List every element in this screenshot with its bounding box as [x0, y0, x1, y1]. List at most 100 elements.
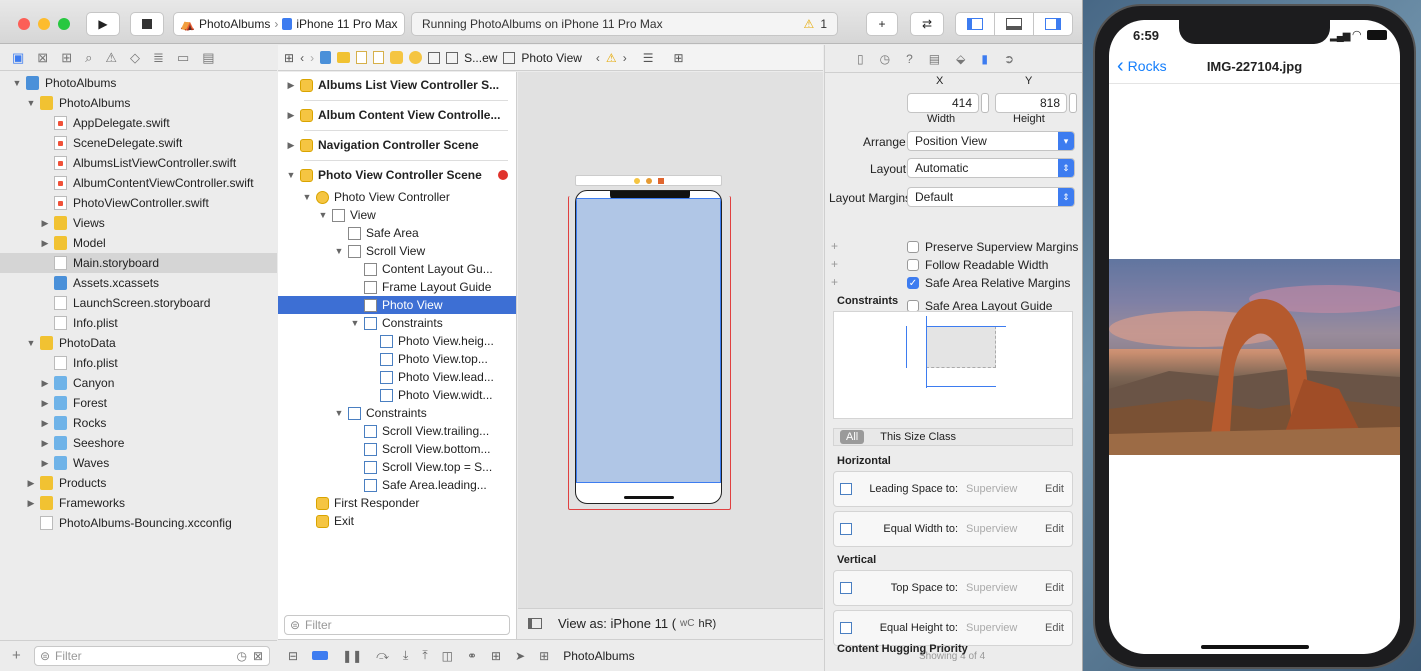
disclosure-triangle-icon[interactable]: ▼	[286, 170, 296, 180]
outline-item[interactable]: Scroll View.bottom...	[278, 440, 516, 458]
warning-icon[interactable]: ⚠	[606, 51, 617, 65]
constraint-row[interactable]: Equal Width to: Superview Edit	[833, 511, 1073, 547]
outline-item[interactable]: ▶ Albums List View Controller S...	[278, 76, 516, 101]
navigator-item[interactable]: AlbumContentViewController.swift	[0, 173, 277, 193]
disclosure-triangle-icon[interactable]: ▼	[334, 408, 344, 418]
test-icon[interactable]: ◇	[130, 50, 140, 66]
navigator-item[interactable]: ▶ Views	[0, 213, 277, 233]
disclosure-triangle-icon[interactable]: ▼	[334, 246, 344, 256]
width-field[interactable]: 414	[907, 93, 979, 113]
step-out-icon[interactable]: ⤒	[422, 648, 427, 663]
outline-item[interactable]: ▼ View	[278, 206, 516, 224]
toggle-inspector-button[interactable]	[1033, 12, 1073, 36]
outline-item[interactable]: Exit	[278, 512, 516, 530]
outline-item[interactable]: Safe Area	[278, 224, 516, 242]
disclosure-triangle-icon[interactable]: ▶	[40, 238, 50, 249]
outline-item[interactable]: Photo View.lead...	[278, 368, 516, 386]
navigator-item[interactable]: ▶ Canyon	[0, 373, 277, 393]
outline-item[interactable]: Photo View.top...	[278, 350, 516, 368]
navigator-filter-input[interactable]: ⊜ Filter ◷ ⊠	[34, 646, 270, 666]
debug-icon[interactable]: ≣	[153, 50, 164, 66]
edit-button[interactable]: Edit	[1045, 483, 1064, 495]
disclosure-triangle-icon[interactable]: ▶	[40, 458, 50, 469]
library-button[interactable]: +	[866, 12, 898, 36]
navigator-item[interactable]: ▶ Products	[0, 473, 277, 493]
source-control-icon[interactable]: ⊠	[37, 50, 48, 66]
zoom-window-button[interactable]	[58, 18, 70, 30]
arrange-popup[interactable]: Position View ▾	[907, 131, 1075, 151]
layout-popup[interactable]: Automatic ⇕	[907, 158, 1075, 178]
disclosure-triangle-icon[interactable]: ▼	[302, 192, 312, 202]
height-stepper[interactable]	[1069, 93, 1077, 113]
recent-icon[interactable]: ◷	[237, 649, 247, 663]
identity-inspector-icon[interactable]: ▤	[929, 52, 940, 66]
search-icon[interactable]: ⌕	[85, 50, 92, 66]
navigator-item[interactable]: Main.storyboard	[0, 253, 277, 273]
navigator-item[interactable]: ▶ Model	[0, 233, 277, 253]
attributes-inspector-icon[interactable]: ⬙	[956, 52, 965, 66]
segment-all[interactable]: All	[840, 430, 865, 444]
plus-icon[interactable]: +	[831, 275, 838, 289]
outline-item[interactable]: Scroll View.top = S...	[278, 458, 516, 476]
view-debugger-icon[interactable]: ◫	[442, 649, 453, 663]
navigator-item[interactable]: ▶ Waves	[0, 453, 277, 473]
scene-dock[interactable]	[575, 175, 722, 186]
outline-item[interactable]: ▼ Photo View Controller	[278, 188, 516, 206]
navigator-item[interactable]: SceneDelegate.swift	[0, 133, 277, 153]
arch-photo[interactable]	[1109, 259, 1400, 455]
breadcrumb-photo-view[interactable]: Photo View	[521, 51, 582, 65]
navigator-item[interactable]: ▶ Forest	[0, 393, 277, 413]
breadcrumb-scroll-view[interactable]: S...ew	[464, 51, 497, 65]
warning-indicator[interactable]: ⚠ 1	[804, 17, 827, 31]
scm-filter-icon[interactable]: ⊠	[253, 649, 263, 663]
margin-option-checkbox[interactable]: ✓ Safe Area Relative Margins	[907, 276, 1070, 290]
disclosure-triangle-icon[interactable]: ▶	[40, 218, 50, 229]
chevron-left-icon[interactable]: ‹	[596, 51, 600, 65]
navigator-item[interactable]: ▼ PhotoAlbums	[0, 73, 277, 93]
navigator-item[interactable]: Info.plist	[0, 313, 277, 333]
outline-item[interactable]: Photo View.widt...	[278, 386, 516, 404]
folder-icon[interactable]: ▣	[12, 50, 24, 66]
disclosure-triangle-icon[interactable]: ▶	[40, 378, 50, 389]
location-icon[interactable]: ➤	[515, 649, 525, 663]
navigator-item[interactable]: PhotoViewController.swift	[0, 193, 277, 213]
file-inspector-icon[interactable]: ▯	[857, 52, 864, 66]
add-editor-icon[interactable]: ⊞	[673, 51, 683, 65]
outline-item[interactable]: Content Layout Gu...	[278, 260, 516, 278]
navigator-item[interactable]: ▶ Seeshore	[0, 433, 277, 453]
environment-icon[interactable]: ⊞	[491, 649, 501, 663]
outline-item[interactable]: ▶ Album Content View Controlle...	[278, 106, 516, 131]
outline-item[interactable]: Frame Layout Guide	[278, 278, 516, 296]
memory-graph-icon[interactable]: ⚭	[467, 649, 477, 663]
outline-item[interactable]: First Responder	[278, 494, 516, 512]
edit-button[interactable]: Edit	[1045, 622, 1064, 634]
navigator-item[interactable]: LaunchScreen.storyboard	[0, 293, 277, 313]
width-stepper[interactable]	[981, 93, 989, 113]
history-inspector-icon[interactable]: ◷	[880, 52, 890, 66]
pause-icon[interactable]: ❚❚	[342, 649, 362, 663]
navigator-item[interactable]: AlbumsListViewController.swift	[0, 153, 277, 173]
outline-item[interactable]: ▼ Constraints	[278, 314, 516, 332]
toggle-navigator-button[interactable]	[955, 12, 995, 36]
outline-filter-input[interactable]: ⊜ Filter	[284, 615, 510, 635]
toggle-debug-button[interactable]	[994, 12, 1034, 36]
help-inspector-icon[interactable]: ?	[906, 52, 913, 66]
outline-item[interactable]: ▶ Navigation Controller Scene	[278, 136, 516, 161]
constraint-row[interactable]: Top Space to: Superview Edit	[833, 570, 1073, 606]
plus-icon[interactable]: +	[831, 239, 838, 253]
grid-icon[interactable]: ⊞	[284, 51, 294, 65]
margin-option-checkbox[interactable]: Preserve Superview Margins	[907, 240, 1078, 254]
navigator-item[interactable]: ▶ Rocks	[0, 413, 277, 433]
disclosure-triangle-icon[interactable]: ▶	[26, 498, 36, 509]
disclosure-triangle-icon[interactable]: ▶	[286, 80, 296, 91]
back-icon[interactable]: ‹	[300, 51, 304, 65]
navigator-item[interactable]: ▶ Frameworks	[0, 493, 277, 513]
report-icon[interactable]: ▤	[202, 50, 214, 66]
run-button[interactable]: ▶	[86, 12, 120, 36]
connections-inspector-icon[interactable]: ➲	[1004, 52, 1014, 66]
hide-debug-icon[interactable]: ⊟	[288, 649, 298, 663]
edit-button[interactable]: Edit	[1045, 582, 1064, 594]
view-as-label[interactable]: View as: iPhone 11 (	[558, 616, 676, 631]
constraint-row[interactable]: Leading Space to: Superview Edit	[833, 471, 1073, 507]
outline-item[interactable]: Photo View.heig...	[278, 332, 516, 350]
